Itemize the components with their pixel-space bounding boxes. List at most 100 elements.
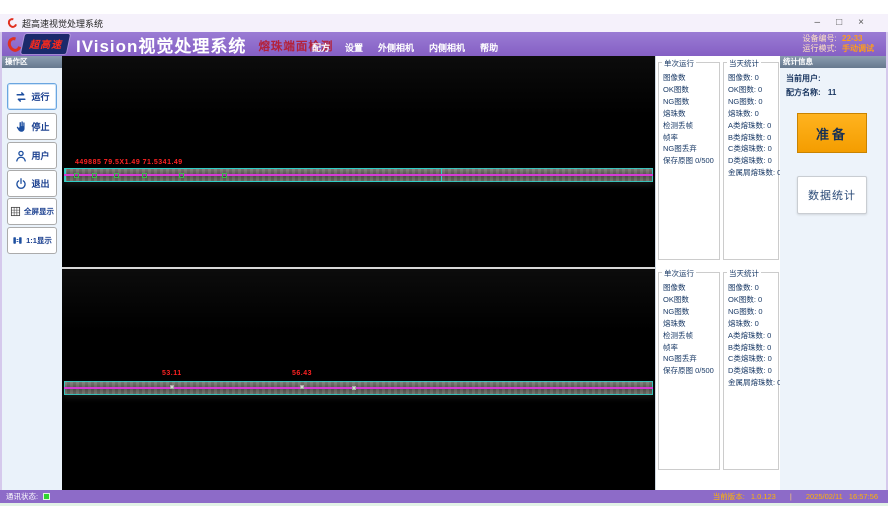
menu-item[interactable]: 配方 bbox=[312, 41, 330, 54]
stat-row: OK图数 bbox=[663, 84, 718, 96]
stat-row: 金属屑熔珠数: 0 bbox=[728, 377, 777, 389]
outer-camera-viewport: 449885 79.5X1.49 71.5341.49 bbox=[62, 56, 655, 267]
stat-row: 保存原图 0/500 bbox=[663, 365, 718, 377]
fullscreen-button[interactable]: 全屏显示 bbox=[7, 198, 57, 225]
detection-mark bbox=[142, 173, 147, 178]
daily-stats-title: 当天统计 bbox=[727, 268, 761, 279]
main-menu: 配方 设置 外侧相机 内侧相机 帮助 bbox=[312, 41, 498, 54]
fullscreen-icon bbox=[10, 206, 21, 217]
stat-row: 熔珠数 bbox=[663, 108, 718, 120]
stat-row: 图像数 bbox=[663, 282, 718, 294]
stop-hand-icon bbox=[14, 120, 28, 134]
status-bar: 通讯状态: 当前版本: 1.0.123 | 2025/02/11 16:57:5… bbox=[0, 490, 888, 503]
stats-panel-bottom-single-run: 单次运行 图像数OK图数NG图数熔珠数检测丢帧帧率NG图丢弃保存原图 0/500 bbox=[658, 272, 720, 470]
stat-row: NG图丢弃 bbox=[663, 143, 718, 155]
status-date: 2025/02/11 bbox=[806, 492, 843, 501]
brand-plate: 超高速 bbox=[21, 34, 70, 54]
stat-row: A类熔珠数: 0 bbox=[728, 330, 777, 342]
measurement-label: 53.11 bbox=[162, 370, 182, 377]
stat-row: 图像数 bbox=[663, 72, 718, 84]
stat-row: 检测丢帧 bbox=[663, 330, 718, 342]
stat-row: NG图丢弃 bbox=[663, 353, 718, 365]
stat-row: C类熔珠数: 0 bbox=[728, 353, 777, 365]
scan-line bbox=[64, 387, 653, 389]
stat-row: 熔珠数: 0 bbox=[728, 318, 777, 330]
daily-stats-title: 当天统计 bbox=[727, 58, 761, 69]
info-panel-title: 统计信息 bbox=[780, 56, 886, 68]
stat-row: 金属屑熔珠数: 0 bbox=[728, 167, 777, 179]
stats-panel-top-daily: 当天统计 图像数: 0OK图数: 0NG图数: 0熔珠数: 0A类熔珠数: 0B… bbox=[723, 62, 779, 260]
menu-item[interactable]: 帮助 bbox=[480, 41, 498, 54]
run-loop-icon bbox=[14, 90, 28, 104]
stat-row: NG图数 bbox=[663, 306, 718, 318]
bead-dot bbox=[352, 386, 356, 390]
stat-row: OK图数: 0 bbox=[728, 294, 777, 306]
bead-dot bbox=[300, 385, 304, 389]
brand-logo-text: 超高速 bbox=[29, 36, 62, 51]
stat-row: B类熔珠数: 0 bbox=[728, 342, 777, 354]
statistics-region: 单次运行 图像数OK图数NG图数熔珠数检测丢帧帧率NG图丢弃保存原图 0/500… bbox=[655, 56, 780, 490]
recipe-row: 配方名称: 11 bbox=[786, 87, 836, 98]
stat-row: 熔珠数 bbox=[663, 318, 718, 330]
version-value: 1.0.123 bbox=[751, 492, 776, 501]
restore-button[interactable]: □ bbox=[836, 16, 842, 30]
exit-button[interactable]: 退出 bbox=[7, 170, 57, 197]
data-statistics-button[interactable]: 数据统计 bbox=[797, 176, 867, 214]
stat-row: A类熔珠数: 0 bbox=[728, 120, 777, 132]
stat-row: 图像数: 0 bbox=[728, 282, 777, 294]
detection-mark bbox=[92, 173, 97, 178]
app-header: 超高速 IVision视觉处理系统 熔珠端面检测 配方设置外侧相机内侧相机帮助 … bbox=[2, 32, 886, 56]
version-info: 当前版本: 1.0.123 | 2025/02/11 16:57:56 bbox=[713, 491, 878, 502]
one-to-one-icon bbox=[12, 235, 23, 246]
device-number-label: 设备编号: bbox=[803, 34, 837, 43]
detection-mark bbox=[222, 173, 227, 178]
brand-logo: 超高速 bbox=[8, 34, 68, 54]
weld-bead-band bbox=[64, 168, 653, 182]
info-panel: 统计信息 当前用户: 配方名称: 11 准备 数据统计 bbox=[780, 56, 886, 490]
stats-panel-bottom-daily: 当天统计 图像数: 0OK图数: 0NG图数: 0熔珠数: 0A类熔珠数: 0B… bbox=[723, 272, 779, 470]
stat-row: B类熔珠数: 0 bbox=[728, 132, 777, 144]
prepare-button[interactable]: 准备 bbox=[797, 113, 867, 153]
current-user-label: 当前用户: bbox=[786, 74, 821, 83]
menu-item[interactable]: 设置 bbox=[345, 41, 363, 54]
single-run-title: 单次运行 bbox=[662, 268, 696, 279]
detection-mark bbox=[114, 173, 119, 178]
stat-row: OK图数: 0 bbox=[728, 84, 777, 96]
weld-bead-band bbox=[64, 381, 653, 395]
separator: | bbox=[790, 492, 792, 501]
run-button[interactable]: 运行 bbox=[7, 83, 57, 110]
bead-dot bbox=[170, 385, 174, 389]
stat-row: D类熔珠数: 0 bbox=[728, 365, 777, 377]
stat-row: 帧率 bbox=[663, 132, 718, 144]
stat-row: NG图数: 0 bbox=[728, 96, 777, 108]
os-titlebar: 超高速视觉处理系统 – □ × bbox=[0, 14, 888, 32]
recipe-name-label: 配方名称: bbox=[786, 88, 821, 97]
user-button[interactable]: 用户 bbox=[7, 142, 57, 169]
close-button[interactable]: × bbox=[858, 16, 864, 30]
detection-mark bbox=[179, 173, 184, 178]
stat-row: NG图数: 0 bbox=[728, 306, 777, 318]
minimize-button[interactable]: – bbox=[815, 16, 821, 30]
version-label: 当前版本: bbox=[713, 491, 745, 502]
detection-mark bbox=[74, 173, 79, 178]
camera-viewports: 449885 79.5X1.49 71.5341.49 53.11 56.43 bbox=[62, 56, 655, 490]
menu-item[interactable]: 外侧相机 bbox=[378, 41, 414, 54]
stop-button[interactable]: 停止 bbox=[7, 113, 57, 140]
device-number-value: 22-33 bbox=[842, 34, 862, 43]
stat-row: C类熔珠数: 0 bbox=[728, 143, 777, 155]
scan-line bbox=[64, 174, 653, 176]
stat-row: 帧率 bbox=[663, 342, 718, 354]
one-to-one-button[interactable]: 1:1显示 bbox=[7, 227, 57, 254]
application-window: 超高速视觉处理系统 – □ × 超高速 IVision视觉处理系统 熔珠端面检测… bbox=[0, 0, 888, 522]
window-controls: – □ × bbox=[815, 16, 880, 30]
menu-item[interactable]: 内侧相机 bbox=[429, 41, 465, 54]
app-logo-icon bbox=[6, 16, 19, 29]
stat-row: NG图数 bbox=[663, 96, 718, 108]
single-run-title: 单次运行 bbox=[662, 58, 696, 69]
comm-status-indicator bbox=[43, 493, 50, 500]
window-border-bottom bbox=[0, 503, 888, 506]
stats-panel-top-single-run: 单次运行 图像数OK图数NG图数熔珠数检测丢帧帧率NG图丢弃保存原图 0/500 bbox=[658, 62, 720, 260]
measurement-overlay-text: 449885 79.5X1.49 71.5341.49 bbox=[75, 159, 183, 166]
stat-row: 图像数: 0 bbox=[728, 72, 777, 84]
measurement-label: 56.43 bbox=[292, 370, 312, 377]
